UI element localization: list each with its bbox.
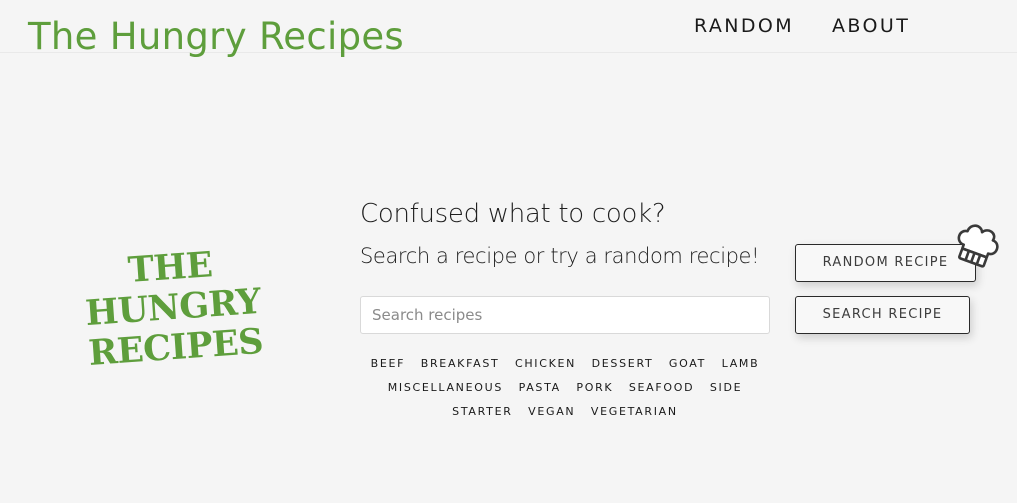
category-breakfast[interactable]: BREAKFAST bbox=[421, 352, 500, 376]
category-starter[interactable]: STARTER bbox=[452, 400, 512, 424]
nav-about[interactable]: ABOUT bbox=[832, 15, 910, 38]
search-input[interactable] bbox=[360, 296, 770, 334]
category-side[interactable]: SIDE bbox=[710, 376, 742, 400]
site-header: The Hungry Recipes RANDOM ABOUT bbox=[0, 0, 1017, 55]
search-recipe-button[interactable]: SEARCH RECIPE bbox=[795, 296, 970, 334]
random-recipe-button[interactable]: RANDOM RECIPE bbox=[795, 244, 976, 282]
category-vegan[interactable]: VEGAN bbox=[528, 400, 575, 424]
category-dessert[interactable]: DESSERT bbox=[592, 352, 654, 376]
category-pork[interactable]: PORK bbox=[576, 376, 613, 400]
category-miscellaneous[interactable]: MISCELLANEOUS bbox=[388, 376, 503, 400]
category-seafood[interactable]: SEAFOOD bbox=[629, 376, 694, 400]
hero-title: Confused what to cook? bbox=[360, 199, 666, 229]
category-lamb[interactable]: LAMB bbox=[722, 352, 760, 376]
category-beef[interactable]: BEEF bbox=[371, 352, 406, 376]
chef-hat-icon bbox=[957, 224, 999, 268]
site-brand[interactable]: The Hungry Recipes bbox=[28, 18, 404, 55]
hero-subtitle: Search a recipe or try a random recipe! bbox=[360, 244, 760, 268]
nav-random[interactable]: RANDOM bbox=[694, 15, 794, 38]
category-list: BEEF BREAKFAST CHICKEN DESSERT GOAT LAMB… bbox=[360, 352, 770, 424]
site-logo: THE HUNGRY RECIPES bbox=[38, 239, 308, 377]
category-goat[interactable]: GOAT bbox=[669, 352, 706, 376]
category-vegetarian[interactable]: VEGETARIAN bbox=[591, 400, 678, 424]
category-pasta[interactable]: PASTA bbox=[519, 376, 561, 400]
category-chicken[interactable]: CHICKEN bbox=[515, 352, 576, 376]
main-nav: RANDOM ABOUT bbox=[694, 15, 910, 38]
